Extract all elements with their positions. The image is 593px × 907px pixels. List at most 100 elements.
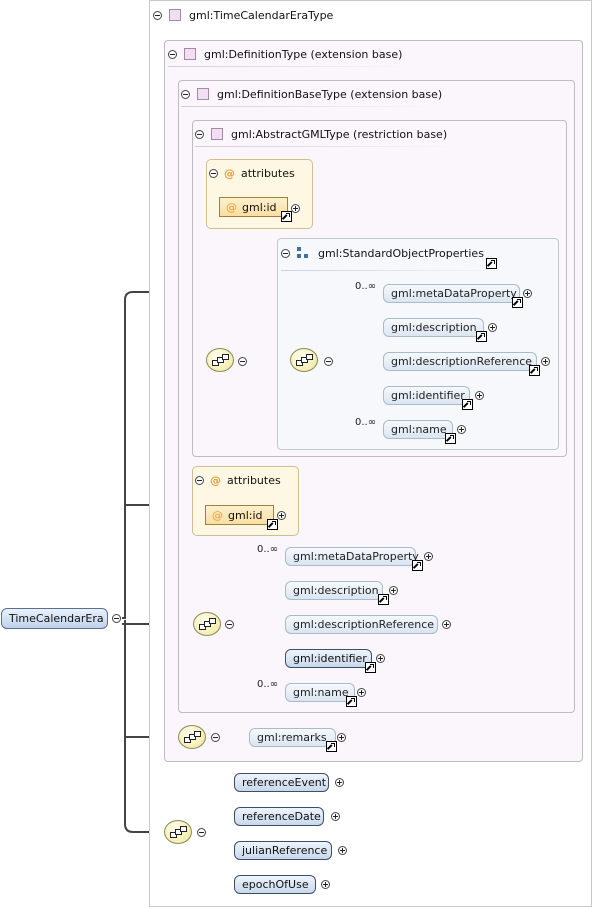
element-remarks[interactable]: gml:remarks bbox=[249, 728, 336, 747]
reference-arrow-icon bbox=[476, 331, 487, 342]
expand-icon[interactable] bbox=[457, 425, 466, 434]
collapse-icon[interactable] bbox=[195, 475, 204, 485]
expand-icon[interactable] bbox=[475, 391, 484, 400]
element-label: julianReference bbox=[242, 844, 328, 857]
element-label: gml:identifier bbox=[391, 389, 465, 402]
expand-icon[interactable] bbox=[389, 586, 398, 595]
collapse-icon[interactable] bbox=[168, 49, 177, 59]
element-label: TimeCalendarEra bbox=[9, 612, 104, 625]
collapse-icon[interactable] bbox=[238, 357, 247, 366]
element-label: gml:descriptionReference bbox=[391, 355, 533, 368]
expand-icon[interactable] bbox=[357, 688, 366, 697]
element-label: gml:remarks bbox=[257, 731, 327, 744]
header-rule bbox=[181, 106, 431, 107]
sequence-icon bbox=[290, 348, 318, 372]
expand-icon[interactable] bbox=[291, 204, 300, 213]
reference-arrow-icon bbox=[346, 696, 357, 707]
complex-type-icon bbox=[184, 48, 196, 60]
expand-icon[interactable] bbox=[335, 778, 344, 787]
group-element-metadataproperty[interactable]: gml:metaDataProperty bbox=[383, 284, 520, 303]
reference-arrow-icon bbox=[512, 297, 523, 308]
expand-icon[interactable] bbox=[277, 511, 286, 520]
attribute-label: gml:id bbox=[228, 508, 263, 522]
collapse-icon[interactable] bbox=[281, 248, 290, 258]
reference-arrow-icon bbox=[365, 662, 376, 673]
element-referencedate[interactable]: referenceDate bbox=[234, 807, 324, 826]
element-label: gml:name bbox=[391, 423, 447, 436]
collapse-icon[interactable] bbox=[209, 168, 218, 178]
collapse-icon[interactable] bbox=[112, 614, 121, 623]
attribute-gml-id[interactable]: @ gml:id bbox=[205, 505, 274, 525]
reference-arrow-icon bbox=[486, 258, 497, 269]
element-label: gml:description bbox=[391, 321, 477, 334]
restriction-element-name[interactable]: gml:name bbox=[285, 683, 355, 702]
restriction-element-identifier[interactable]: gml:identifier bbox=[285, 649, 372, 668]
type-box-label: gml:TimeCalendarEraType bbox=[189, 8, 334, 22]
group-element-identifier[interactable]: gml:identifier bbox=[383, 386, 470, 405]
reference-arrow-icon bbox=[281, 211, 292, 222]
collapse-icon[interactable] bbox=[211, 733, 220, 742]
element-julianreference[interactable]: julianReference bbox=[234, 841, 332, 860]
collapse-icon[interactable] bbox=[153, 10, 162, 20]
restriction-element-descriptionreference[interactable]: gml:descriptionReference bbox=[285, 615, 438, 634]
element-label: referenceDate bbox=[242, 810, 321, 823]
element-label: gml:metaDataProperty bbox=[391, 287, 517, 300]
occurrence-label: 0..∞ bbox=[355, 281, 377, 292]
collapse-icon[interactable] bbox=[324, 357, 333, 366]
expand-icon[interactable] bbox=[488, 323, 497, 332]
reference-arrow-icon bbox=[267, 519, 278, 530]
reference-arrow-icon bbox=[529, 365, 540, 376]
expand-icon[interactable] bbox=[337, 733, 346, 742]
expand-icon[interactable] bbox=[331, 812, 340, 821]
group-element-descriptionreference[interactable]: gml:descriptionReference bbox=[383, 352, 537, 371]
element-referenceevent[interactable]: referenceEvent bbox=[234, 773, 329, 792]
header-rule bbox=[168, 66, 408, 67]
collapse-icon[interactable] bbox=[195, 129, 204, 139]
expand-icon[interactable] bbox=[321, 880, 330, 889]
collapse-icon[interactable] bbox=[197, 828, 206, 837]
attribute-label: gml:id bbox=[242, 200, 277, 214]
group-icon bbox=[297, 246, 310, 260]
reference-arrow-icon bbox=[462, 399, 473, 410]
restriction-element-metadataproperty[interactable]: gml:metaDataProperty bbox=[285, 547, 419, 566]
reference-arrow-icon bbox=[445, 433, 456, 444]
header-rule bbox=[281, 270, 511, 271]
header-rule bbox=[195, 146, 455, 147]
attribute-gml-id[interactable]: @ gml:id bbox=[219, 197, 288, 217]
attributes-label: attributes bbox=[241, 166, 295, 180]
definition-type-header: gml:DefinitionType (extension base) bbox=[168, 47, 402, 61]
complex-type-icon bbox=[169, 9, 181, 21]
sequence-icon bbox=[193, 612, 221, 636]
root-element[interactable]: TimeCalendarEra bbox=[1, 608, 108, 629]
reference-arrow-icon bbox=[412, 560, 423, 571]
expand-icon[interactable] bbox=[376, 654, 385, 663]
attribute-icon: @ bbox=[226, 200, 237, 214]
group-element-description[interactable]: gml:description bbox=[383, 318, 484, 337]
group-element-name[interactable]: gml:name bbox=[383, 420, 453, 439]
element-epochofuse[interactable]: epochOfUse bbox=[234, 875, 316, 894]
type-box-header: gml:TimeCalendarEraType bbox=[153, 8, 333, 22]
occurrence-label: 0..∞ bbox=[257, 544, 279, 555]
expand-icon[interactable] bbox=[424, 552, 433, 561]
sequence-icon bbox=[164, 820, 192, 844]
sequence-icon bbox=[206, 348, 234, 372]
element-label: gml:description bbox=[293, 584, 379, 597]
attributes-label: attributes bbox=[227, 473, 281, 487]
restriction-element-description[interactable]: gml:description bbox=[285, 581, 383, 600]
collapse-icon[interactable] bbox=[181, 89, 190, 99]
complex-type-icon bbox=[211, 128, 223, 140]
attribute-icon: @ bbox=[210, 473, 221, 487]
expand-icon[interactable] bbox=[523, 289, 532, 298]
occurrence-label: 0..∞ bbox=[355, 417, 377, 428]
expand-icon[interactable] bbox=[442, 620, 451, 629]
expand-icon[interactable] bbox=[541, 357, 550, 366]
sequence-icon bbox=[178, 725, 206, 749]
group-label: gml:StandardObjectProperties bbox=[318, 246, 484, 260]
abstract-gml-type-label: gml:AbstractGMLType (restriction base) bbox=[231, 127, 448, 141]
attributes-header: @ attributes bbox=[195, 473, 281, 487]
group-header: gml:StandardObjectProperties bbox=[281, 246, 484, 260]
expand-icon[interactable] bbox=[338, 846, 347, 855]
attributes-header: @ attributes bbox=[209, 166, 295, 180]
abstract-gml-type-header: gml:AbstractGMLType (restriction base) bbox=[195, 127, 447, 141]
collapse-icon[interactable] bbox=[225, 620, 234, 629]
